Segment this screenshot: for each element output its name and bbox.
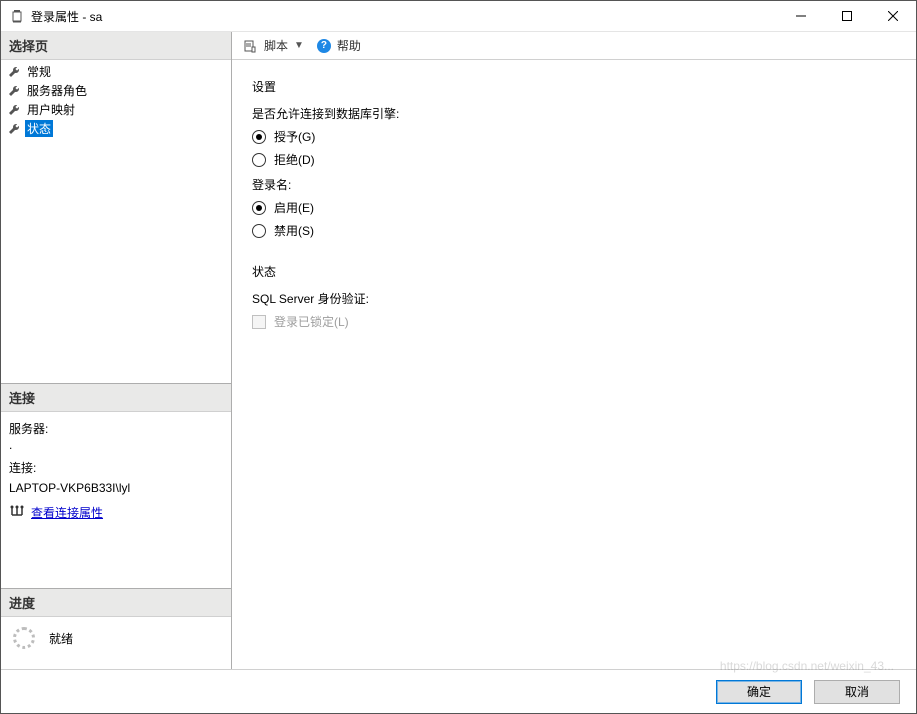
radio-grant[interactable]: 授予(G) xyxy=(252,128,896,145)
dialog-window: 登录属性 - sa 选择页 常规 服务器角色 xyxy=(0,0,917,714)
radio-deny-indicator xyxy=(252,153,266,167)
sidebar-item-user-mapping[interactable]: 用户映射 xyxy=(1,100,231,119)
close-button[interactable] xyxy=(870,1,916,32)
server-label: 服务器: xyxy=(9,420,223,439)
script-button[interactable]: 脚本 xyxy=(264,37,288,54)
progress-body: 就绪 xyxy=(1,617,231,669)
status-group-title: 状态 xyxy=(252,263,896,280)
view-connection-properties-link[interactable]: 查看连接属性 xyxy=(31,504,103,523)
connection-value: LAPTOP-VKP6B33I\lyl xyxy=(9,479,223,498)
sidebar-item-status[interactable]: 状态 xyxy=(1,119,231,138)
help-icon: ? xyxy=(317,39,331,53)
radio-disable[interactable]: 禁用(S) xyxy=(252,222,896,239)
radio-grant-indicator xyxy=(252,130,266,144)
radio-enable-label: 启用(E) xyxy=(274,199,314,216)
radio-enable[interactable]: 启用(E) xyxy=(252,199,896,216)
radio-disable-label: 禁用(S) xyxy=(274,222,314,239)
help-button[interactable]: 帮助 xyxy=(337,37,361,54)
connection-section: 连接 服务器: . 连接: LAPTOP-VKP6B33I\lyl 查看连接属性 xyxy=(1,383,231,588)
radio-deny-label: 拒绝(D) xyxy=(274,151,315,168)
login-label: 登录名: xyxy=(252,176,896,193)
wrench-icon xyxy=(7,103,21,117)
pages-header: 选择页 xyxy=(1,32,231,60)
dialog-buttonbar: 确定 取消 xyxy=(1,669,916,713)
wrench-icon xyxy=(7,65,21,79)
connection-props-icon xyxy=(9,504,25,524)
settings-group-title: 设置 xyxy=(252,78,896,95)
script-icon xyxy=(242,38,258,54)
connection-body: 服务器: . 连接: LAPTOP-VKP6B33I\lyl 查看连接属性 xyxy=(1,412,231,588)
ok-button[interactable]: 确定 xyxy=(716,680,802,704)
connection-header: 连接 xyxy=(1,384,231,412)
minimize-button[interactable] xyxy=(778,1,824,32)
sidebar-item-label: 常规 xyxy=(25,63,53,80)
sqlauth-label: SQL Server 身份验证: xyxy=(252,290,896,307)
sidebar-item-general[interactable]: 常规 xyxy=(1,62,231,81)
sidebar: 选择页 常规 服务器角色 用户映射 状态 xyxy=(1,32,232,669)
radio-deny[interactable]: 拒绝(D) xyxy=(252,151,896,168)
progress-header: 进度 xyxy=(1,589,231,617)
radio-enable-indicator xyxy=(252,201,266,215)
sidebar-item-server-roles[interactable]: 服务器角色 xyxy=(1,81,231,100)
toolbar: 脚本 ▼ ? 帮助 xyxy=(232,32,916,60)
sidebar-item-label: 服务器角色 xyxy=(25,82,89,99)
main-area: 脚本 ▼ ? 帮助 设置 是否允许连接到数据库引擎: 授予(G) 拒绝(D) 登… xyxy=(232,32,916,669)
wrench-icon xyxy=(7,122,21,136)
window-title: 登录属性 - sa xyxy=(31,8,102,25)
permission-label: 是否允许连接到数据库引擎: xyxy=(252,105,896,122)
maximize-button[interactable] xyxy=(824,1,870,32)
content-area: 选择页 常规 服务器角色 用户映射 状态 xyxy=(1,32,916,669)
checkbox-locked-label: 登录已锁定(L) xyxy=(274,313,349,330)
script-dropdown-icon[interactable]: ▼ xyxy=(294,40,304,51)
progress-status: 就绪 xyxy=(49,630,73,647)
progress-spinner-icon xyxy=(13,627,35,649)
sidebar-item-label: 状态 xyxy=(25,120,53,137)
radio-grant-label: 授予(G) xyxy=(274,128,315,145)
progress-section: 进度 就绪 xyxy=(1,588,231,669)
pages-list: 常规 服务器角色 用户映射 状态 xyxy=(1,60,231,383)
wrench-icon xyxy=(7,84,21,98)
app-icon xyxy=(9,8,25,24)
cancel-button[interactable]: 取消 xyxy=(814,680,900,704)
sidebar-item-label: 用户映射 xyxy=(25,101,77,118)
checkbox-locked: 登录已锁定(L) xyxy=(252,313,896,330)
titlebar: 登录属性 - sa xyxy=(1,1,916,32)
connection-label: 连接: xyxy=(9,459,223,478)
server-value: . xyxy=(9,439,223,451)
radio-disable-indicator xyxy=(252,224,266,238)
checkbox-locked-box xyxy=(252,315,266,329)
form-area: 设置 是否允许连接到数据库引擎: 授予(G) 拒绝(D) 登录名: 启用(E) xyxy=(232,60,916,669)
